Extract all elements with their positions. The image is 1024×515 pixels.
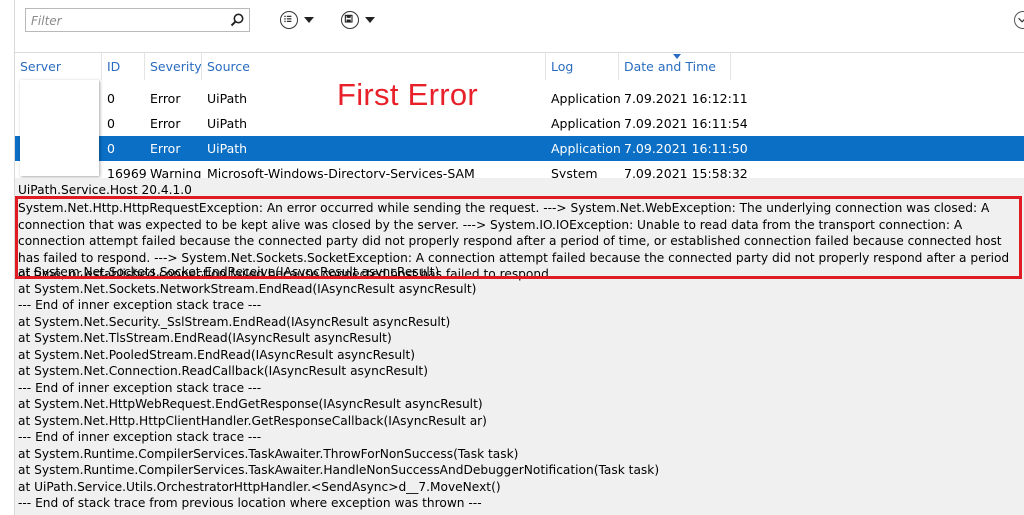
chevron-down-icon: [365, 17, 375, 23]
chevron-down-icon: [1018, 17, 1024, 23]
stack-trace-line: --- End of inner exception stack trace -…: [18, 430, 262, 444]
stack-trace-line: at System.Runtime.CompilerServices.TaskA…: [18, 447, 519, 461]
cell-id: 0: [107, 91, 115, 106]
cell-datetime: 7.09.2021 16:11:50: [624, 141, 748, 156]
sort-descending-icon: [673, 54, 681, 59]
stack-trace-line: at System.Net.Sockets.Socket.EndReceive(…: [18, 265, 440, 279]
stack-trace-line: at System.Net.TlsStream.EndRead(IAsyncRe…: [18, 331, 392, 345]
cell-severity: Error: [150, 116, 181, 131]
stack-trace-line: at System.Net.HttpWebRequest.EndGetRespo…: [18, 397, 483, 411]
toolbar: [15, 0, 1024, 53]
search-icon[interactable]: [229, 12, 245, 28]
cell-severity: Error: [150, 91, 181, 106]
column-header-log[interactable]: Log: [546, 53, 619, 80]
cell-source: UiPath: [207, 116, 248, 131]
cell-source: UiPath: [207, 141, 248, 156]
cell-datetime: 7.09.2021 16:12:11: [624, 91, 748, 106]
stack-trace-line: --- End of inner exception stack trace -…: [18, 381, 262, 395]
cell-log: Application: [551, 141, 621, 156]
cell-id: 0: [107, 116, 115, 131]
cell-severity: Error: [150, 141, 181, 156]
stack-trace-line: at System.Net.Sockets.NetworkStream.EndR…: [18, 282, 477, 296]
left-panel-strip: [0, 0, 15, 515]
first-error-annotation: First Error: [337, 77, 479, 112]
cell-source: Microsoft-Windows-Directory-Services-SAM: [207, 166, 475, 178]
redacted-server-names: [20, 80, 99, 176]
collapse-button[interactable]: [1014, 11, 1024, 29]
cell-id: 0: [107, 141, 115, 156]
stack-trace-line: at System.Runtime.CompilerServices.TaskA…: [18, 463, 660, 477]
chevron-down-icon: [304, 17, 314, 23]
cell-id: 16969: [107, 166, 147, 178]
stack-trace-line: at System.Net.Connection.ReadCallback(IA…: [18, 364, 428, 378]
stack-trace-line: --- End of stack trace from previous loc…: [18, 496, 482, 510]
column-header-source[interactable]: Source: [202, 53, 546, 80]
cell-datetime: 7.09.2021 15:58:32: [624, 166, 748, 178]
cell-datetime: 7.09.2021 16:11:54: [624, 116, 748, 131]
table-row-selected[interactable]: 0 Error UiPath Application 7.09.2021 16:…: [15, 136, 1024, 161]
stack-trace-line: at System.Net.PooledStream.EndRead(IAsyn…: [18, 348, 415, 362]
table-row[interactable]: 16969 Warning Microsoft-Windows-Director…: [15, 161, 1024, 178]
column-header-id[interactable]: ID: [102, 53, 145, 80]
stack-trace-line: at System.Net.Security._SslStream.EndRea…: [18, 315, 451, 329]
cell-severity: Warning: [150, 166, 202, 178]
list-options-button[interactable]: [280, 9, 314, 31]
table-row[interactable]: 0 Error UiPath Application 7.09.2021 16:…: [15, 86, 1024, 111]
stack-trace-line: --- End of inner exception stack trace -…: [18, 298, 262, 312]
event-grid: Server Name ID Severity Source Log Date …: [15, 53, 1024, 178]
filter-field[interactable]: [25, 8, 250, 32]
list-options-icon: [280, 11, 298, 29]
table-row[interactable]: 0 Error UiPath Application 7.09.2021 16:…: [15, 111, 1024, 136]
cell-log: Application: [551, 91, 621, 106]
cell-log: System: [551, 166, 598, 178]
save-button[interactable]: [341, 9, 375, 31]
stack-trace-line: at System.Net.Http.HttpClientHandler.Get…: [18, 414, 487, 428]
cell-source: UiPath: [207, 91, 248, 106]
event-detail-pane: UiPath.Service.Host 20.4.1.0 System.Net.…: [15, 180, 1024, 515]
filter-input[interactable]: [31, 12, 221, 29]
stack-trace-line: at UiPath.Service.Utils.OrchestratorHttp…: [18, 480, 501, 494]
column-header-severity[interactable]: Severity: [145, 53, 202, 80]
cell-log: Application: [551, 116, 621, 131]
event-source-title: UiPath.Service.Host 20.4.1.0: [18, 183, 192, 197]
save-icon: [341, 11, 359, 29]
column-header-server-name[interactable]: Server Name: [15, 53, 102, 101]
